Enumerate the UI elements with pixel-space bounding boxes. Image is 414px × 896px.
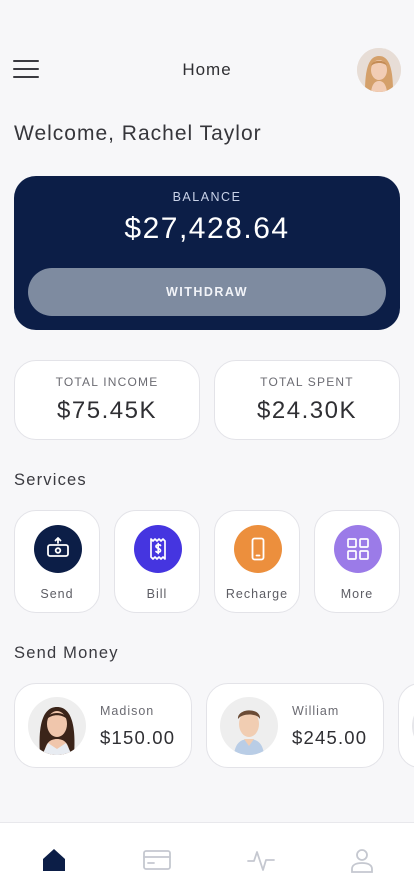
send-money-icon xyxy=(34,525,82,573)
total-income-label: TOTAL INCOME xyxy=(55,375,159,389)
balance-amount: $27,428.64 xyxy=(124,212,290,245)
contact-amount: $150.00 xyxy=(100,727,176,748)
service-send[interactable]: Send xyxy=(14,510,100,613)
services-heading: Services xyxy=(14,471,87,489)
contact-card[interactable]: William $245.00 xyxy=(206,683,384,768)
bill-receipt-icon xyxy=(134,525,182,573)
service-more-label: More xyxy=(340,587,374,601)
welcome-text: Welcome, Rachel Taylor xyxy=(14,122,262,145)
service-recharge[interactable]: Recharge xyxy=(214,510,300,613)
total-spent-label: TOTAL SPENT xyxy=(260,375,354,389)
contact-name: Madison xyxy=(100,704,155,718)
contact-card-partial[interactable] xyxy=(398,683,414,768)
balance-card: BALANCE $27,428.64 WITHDRAW xyxy=(14,176,400,330)
app-header: Home xyxy=(0,48,414,92)
bottom-nav xyxy=(0,822,414,896)
avatar[interactable] xyxy=(357,48,401,92)
profile-icon[interactable] xyxy=(347,845,377,875)
contacts-carousel[interactable]: Madison $150.00 William $245.00 xyxy=(14,683,414,769)
contact-amount: $245.00 xyxy=(292,727,368,748)
contact-avatar xyxy=(220,697,278,755)
card-icon[interactable] xyxy=(142,845,172,875)
grid-icon xyxy=(334,525,382,573)
balance-label: BALANCE xyxy=(172,190,242,204)
phone-icon xyxy=(234,525,282,573)
service-bill[interactable]: Bill xyxy=(114,510,200,613)
activity-icon[interactable] xyxy=(246,845,276,875)
service-more[interactable]: More xyxy=(314,510,400,613)
contact-name: William xyxy=(292,704,340,718)
page-title: Home xyxy=(182,60,232,79)
withdraw-button[interactable]: WITHDRAW xyxy=(28,268,386,316)
total-spent-value: $24.30K xyxy=(257,397,357,424)
total-income-value: $75.45K xyxy=(57,397,157,424)
service-send-label: Send xyxy=(40,587,74,601)
total-income-card: TOTAL INCOME $75.45K xyxy=(14,360,200,440)
service-recharge-label: Recharge xyxy=(225,587,289,601)
total-spent-card: TOTAL SPENT $24.30K xyxy=(214,360,400,440)
contact-avatar xyxy=(28,697,86,755)
service-bill-label: Bill xyxy=(146,587,168,601)
contact-card[interactable]: Madison $150.00 xyxy=(14,683,192,768)
home-icon[interactable] xyxy=(39,845,69,875)
send-money-heading: Send Money xyxy=(14,644,119,662)
